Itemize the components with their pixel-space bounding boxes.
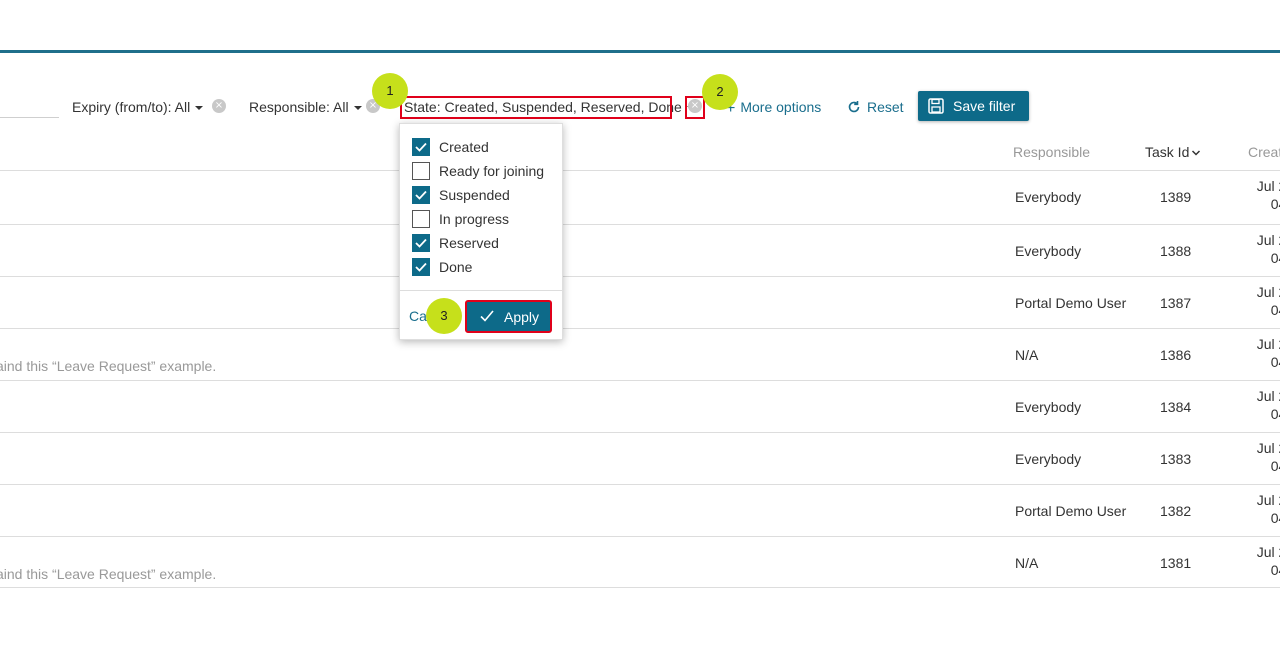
option-label: Reserved xyxy=(439,235,499,251)
cell-responsible: Everybody xyxy=(1015,399,1082,415)
column-header-task-id[interactable]: Task Id xyxy=(1145,143,1201,161)
table-row[interactable]: Everybody 1384 Jul 26, 04:5 xyxy=(0,380,1280,432)
cell-task-id: 1382 xyxy=(1160,503,1192,519)
cell-task-id: 1388 xyxy=(1160,243,1192,259)
expiry-filter[interactable]: Expiry (from/to): All xyxy=(72,98,204,116)
reset-label: Reset xyxy=(867,99,904,115)
refresh-icon xyxy=(848,101,860,113)
cell-task-id: 1387 xyxy=(1160,295,1192,311)
option-label: In progress xyxy=(439,211,510,227)
cell-responsible: Portal Demo User xyxy=(1015,503,1127,519)
table-row[interactable]: Portal Demo User 1387 Jul 26, 04:5 xyxy=(0,276,1280,328)
table-row[interactable]: aind this “Leave Request” example. N/A 1… xyxy=(0,536,1280,588)
created-date-line2: 04:5 xyxy=(1270,458,1280,474)
top-bar xyxy=(0,0,1280,53)
step-marker-2: 2 xyxy=(702,74,738,110)
cell-task-id: 1381 xyxy=(1160,555,1192,571)
option-label: Created xyxy=(439,139,489,155)
step-marker-3: 3 xyxy=(426,298,462,334)
task-id-header-label: Task Id xyxy=(1145,144,1190,160)
save-filter-label: Save filter xyxy=(953,98,1016,114)
table-row[interactable]: Portal Demo User 1382 Jul 26, 04:5 xyxy=(0,484,1280,536)
cell-created: Jul 26, 04:5 xyxy=(1238,283,1280,319)
option-label: Done xyxy=(439,259,473,275)
chevron-down-icon xyxy=(195,106,204,111)
cell-responsible: N/A xyxy=(1015,347,1039,363)
checkbox-checked[interactable] xyxy=(412,258,430,276)
step-marker-1: 1 xyxy=(372,73,408,109)
cell-task-id: 1386 xyxy=(1160,347,1192,363)
cell-responsible: Everybody xyxy=(1015,189,1082,205)
state-filter-highlight xyxy=(400,96,672,119)
more-options-link[interactable]: + More options xyxy=(726,98,821,117)
created-date-line2: 04:5 xyxy=(1270,302,1280,318)
column-header-created[interactable]: Creat xyxy=(1248,143,1280,161)
table-row[interactable]: Everybody 1383 Jul 26, 04:5 xyxy=(0,432,1280,484)
reset-link[interactable]: Reset xyxy=(847,98,904,116)
checkbox-checked[interactable] xyxy=(412,186,430,204)
chevron-down-icon xyxy=(353,106,362,111)
cell-responsible: Portal Demo User xyxy=(1015,295,1127,311)
floppy-disk-icon xyxy=(928,98,944,114)
cell-task-id: 1384 xyxy=(1160,399,1192,415)
checkbox-unchecked[interactable] xyxy=(412,162,430,180)
column-header-responsible[interactable]: Responsible xyxy=(1013,143,1090,161)
search-input-underline[interactable] xyxy=(0,117,59,118)
created-date-line1: Jul 26, xyxy=(1256,284,1280,300)
sort-chevron-down-icon xyxy=(1192,150,1201,156)
responsible-filter-label: Responsible: All xyxy=(249,99,349,115)
cell-created: Jul 26, 04:5 xyxy=(1238,439,1280,475)
created-date-line2: 04:5 xyxy=(1270,510,1280,526)
more-options-label: More options xyxy=(740,99,822,115)
cell-responsible: N/A xyxy=(1015,555,1039,571)
created-date-line2: 04:5 xyxy=(1270,196,1280,212)
state-filter-dropdown: Created Ready for joining Suspended In p… xyxy=(399,123,563,340)
cell-created: Jul 26, 04:5 xyxy=(1238,387,1280,423)
created-date-line1: Jul 26, xyxy=(1256,178,1280,194)
option-label: Suspended xyxy=(439,187,510,203)
created-date-line1: Jul 26, xyxy=(1256,336,1280,352)
checkbox-unchecked[interactable] xyxy=(412,210,430,228)
responsible-filter[interactable]: Responsible: All xyxy=(249,98,362,116)
created-date-line2: 04:5 xyxy=(1270,250,1280,266)
checkmark-icon xyxy=(415,142,427,152)
table-row[interactable]: Everybody 1388 Jul 26, 04:5 xyxy=(0,224,1280,276)
created-date-line2: 04:5 xyxy=(1270,354,1280,370)
created-date-line2: 04:5 xyxy=(1270,406,1280,422)
apply-button[interactable]: Apply xyxy=(465,300,552,333)
cell-task-id: 1383 xyxy=(1160,451,1192,467)
checkmark-icon xyxy=(480,310,494,322)
state-clear-highlight xyxy=(685,96,705,119)
expiry-filter-label: Expiry (from/to): All xyxy=(72,99,191,115)
cell-responsible: Everybody xyxy=(1015,451,1082,467)
created-date-line2: 04:5 xyxy=(1270,562,1280,578)
cell-responsible: Everybody xyxy=(1015,243,1082,259)
cell-description: aind this “Leave Request” example. xyxy=(0,566,217,582)
cell-description: aind this “Leave Request” example. xyxy=(0,358,217,374)
cell-created: Jul 26, 04:5 xyxy=(1238,543,1280,579)
table-row[interactable]: aind this “Leave Request” example. N/A 1… xyxy=(0,328,1280,380)
checkbox-checked[interactable] xyxy=(412,138,430,156)
created-date-line1: Jul 26, xyxy=(1256,544,1280,560)
checkmark-icon xyxy=(415,238,427,248)
cell-created: Jul 26, 04:5 xyxy=(1238,491,1280,527)
table-row[interactable]: Everybody 1389 Jul 26, 04:5 xyxy=(0,170,1280,222)
cancel-button[interactable]: Ca xyxy=(409,307,427,325)
created-date-line1: Jul 26, xyxy=(1256,232,1280,248)
checkmark-icon xyxy=(415,262,427,272)
checkbox-checked[interactable] xyxy=(412,234,430,252)
cell-task-id: 1389 xyxy=(1160,189,1192,205)
checkmark-icon xyxy=(415,190,427,200)
option-label: Ready for joining xyxy=(439,163,545,179)
created-date-line1: Jul 26, xyxy=(1256,388,1280,404)
dropdown-divider xyxy=(400,290,562,291)
cell-created: Jul 26, 04:5 xyxy=(1238,177,1280,213)
apply-label: Apply xyxy=(504,309,540,325)
cell-created: Jul 26, 04:5 xyxy=(1238,231,1280,267)
save-filter-button[interactable]: Save filter xyxy=(918,91,1029,121)
created-date-line1: Jul 26, xyxy=(1256,440,1280,456)
cell-created: Jul 26, 04:5 xyxy=(1238,335,1280,371)
created-date-line1: Jul 26, xyxy=(1256,492,1280,508)
expiry-clear-icon[interactable]: × xyxy=(212,99,226,113)
